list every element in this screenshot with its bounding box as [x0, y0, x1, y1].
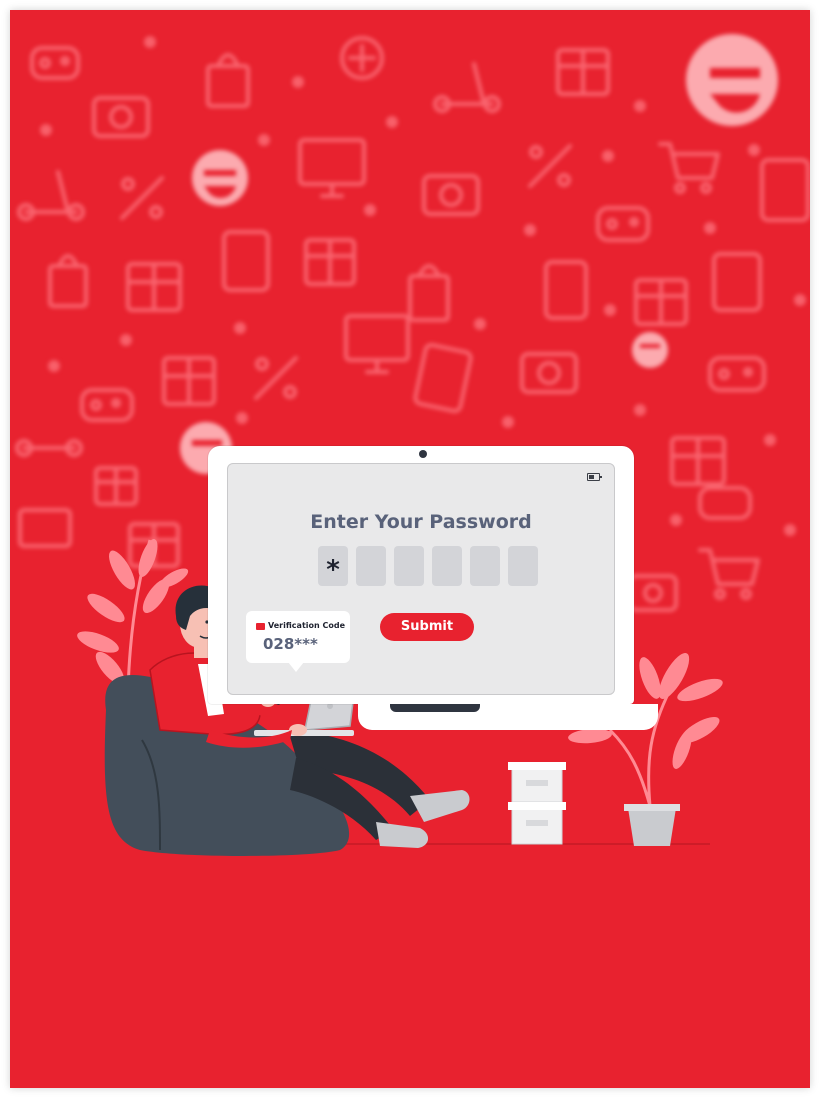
- percent-icon: [528, 144, 572, 188]
- shopping-bag-icon: [48, 254, 88, 308]
- tablet-icon: [544, 260, 588, 320]
- mail-icon: [256, 623, 265, 630]
- verification-label: Verification Code: [268, 621, 345, 630]
- verification-code: 028***: [263, 635, 318, 653]
- percent-icon: [254, 356, 298, 400]
- webcam-icon: [419, 450, 427, 458]
- monitor-icon: [344, 314, 410, 374]
- scooter-icon: [17, 170, 85, 221]
- shopping-bag-icon: [206, 53, 250, 108]
- promo-poster: Enter Your Password * Submit Verificatio…: [10, 10, 810, 1088]
- laptop: Enter Your Password * Submit: [208, 446, 658, 732]
- gift-icon: [128, 522, 180, 568]
- laptop-lid: Enter Your Password * Submit: [208, 446, 634, 704]
- verification-popup: Verification Code 028***: [246, 611, 350, 672]
- battery-icon: [587, 473, 602, 481]
- tablet-icon: [760, 158, 810, 222]
- gift-icon: [634, 278, 688, 326]
- tablet-icon: [222, 230, 270, 292]
- camera-icon: [422, 174, 480, 216]
- password-title: Enter Your Password: [310, 511, 532, 533]
- camera-icon: [520, 352, 578, 394]
- gamepad-icon: [30, 46, 80, 80]
- shopping-bag-icon: [340, 36, 384, 80]
- password-digit-2[interactable]: [356, 546, 386, 586]
- gift-icon: [556, 48, 610, 96]
- shopping-bag-icon: [408, 264, 450, 322]
- gamepad-icon: [596, 206, 650, 242]
- laptop-hinge: [390, 704, 480, 712]
- gamepad-icon: [80, 388, 134, 422]
- camera-icon: [628, 574, 678, 612]
- camera-icon: [92, 96, 150, 138]
- password-digit-6[interactable]: [508, 546, 538, 586]
- monitor-icon: [298, 138, 366, 198]
- gift-icon: [304, 238, 356, 286]
- scooter-icon: [15, 439, 83, 457]
- gift-icon: [162, 356, 216, 406]
- laptop-base: [358, 704, 658, 730]
- percent-icon: [120, 176, 164, 220]
- password-digit-4[interactable]: [432, 546, 462, 586]
- gamepad-icon: [698, 486, 752, 520]
- password-digit-5[interactable]: [470, 546, 500, 586]
- password-digit-1[interactable]: *: [318, 546, 348, 586]
- monitor-icon: [18, 508, 72, 548]
- gift-icon: [126, 262, 182, 312]
- shopping-cart-icon: [658, 142, 720, 194]
- scooter-icon: [433, 62, 501, 113]
- password-digit-3[interactable]: [394, 546, 424, 586]
- tablet-icon: [413, 342, 473, 414]
- storage-boxes: [508, 762, 566, 845]
- gamepad-icon: [708, 356, 766, 392]
- gift-icon: [94, 466, 138, 506]
- submit-button[interactable]: Submit: [380, 613, 474, 641]
- gift-icon: [670, 436, 726, 486]
- tablet-icon: [712, 252, 762, 312]
- shopping-cart-icon: [698, 548, 760, 600]
